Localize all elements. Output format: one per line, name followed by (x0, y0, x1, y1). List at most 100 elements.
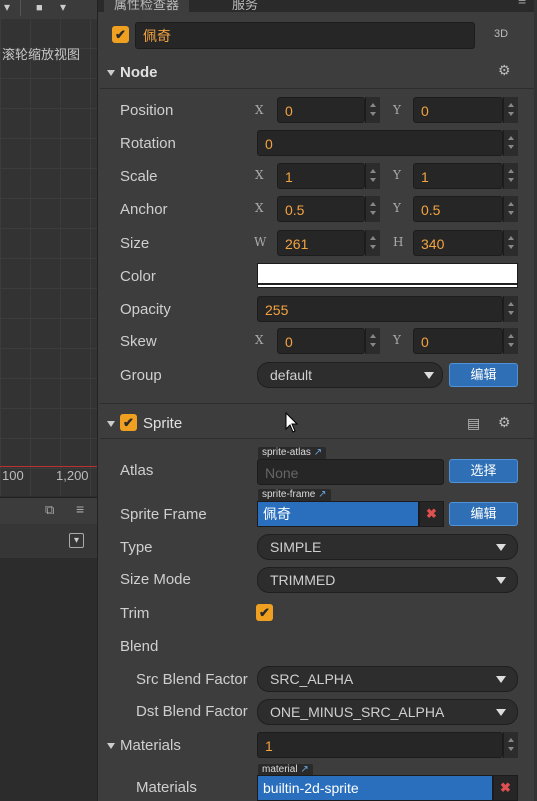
3d-toggle[interactable]: 3D (494, 28, 508, 40)
sprite-enabled-checkbox[interactable]: ✔ (120, 414, 137, 431)
filter-dropdown-icon[interactable]: ▾ (69, 533, 84, 548)
y-axis-label: Y (393, 201, 401, 215)
anchor-y-input[interactable]: 0.5 (413, 196, 503, 222)
y-axis-label: Y (393, 333, 401, 347)
secondary-panel-body (0, 558, 97, 801)
anchor-y-stepper[interactable] (503, 196, 518, 222)
tab-service[interactable]: 服务 (222, 0, 268, 12)
collapse-arrow-icon[interactable] (107, 421, 115, 427)
scale-y-input[interactable]: 1 (413, 163, 503, 189)
skew-x-input[interactable]: 0 (277, 328, 365, 354)
opacity-input[interactable]: 255 (257, 296, 503, 322)
size-width-input[interactable]: 261 (277, 230, 365, 256)
rotation-stepper[interactable] (503, 130, 518, 156)
skew-x-stepper[interactable] (365, 328, 380, 354)
scene-axis-line (0, 466, 97, 467)
popout-icon[interactable]: ⧉ (45, 502, 54, 518)
size-mode-select[interactable]: TRIMMED (257, 567, 518, 593)
chevron-down-icon (496, 709, 506, 716)
group-select[interactable]: default (257, 362, 443, 388)
position-x-input[interactable]: 0 (277, 97, 365, 123)
sprite-frame-tag: sprite-frame ↗ (258, 489, 331, 501)
node-name-input[interactable]: 佩奇 (135, 22, 475, 49)
panel-menu-icon[interactable]: ≡ (518, 0, 526, 8)
sprite-atlas-tag: sprite-atlas ↗ (258, 447, 327, 459)
w-axis-label: W (254, 235, 267, 249)
rotation-input[interactable]: 0 (257, 130, 503, 156)
size-mode-select-value: TRIMMED (270, 572, 336, 588)
material-label: Materials (136, 779, 197, 796)
size-label: Size (120, 235, 150, 252)
size-height-input[interactable]: 340 (413, 230, 503, 256)
materials-group-label: Materials (120, 737, 181, 754)
src-blend-factor-label: Src Blend Factor (136, 671, 248, 688)
scene-view[interactable] (0, 18, 97, 496)
skew-y-stepper[interactable] (503, 328, 518, 354)
toolbar-divider (20, 0, 21, 16)
collapse-arrow-icon[interactable] (107, 70, 115, 76)
atlas-select-button[interactable]: 选择 (449, 459, 518, 483)
link-icon[interactable]: ↗ (318, 489, 326, 500)
chevron-down-icon (424, 372, 434, 379)
menu-icon[interactable]: ≡ (76, 501, 84, 517)
sprite-atlas-tag-label: sprite-atlas (262, 447, 311, 458)
section-divider (100, 403, 534, 404)
size-height-stepper[interactable] (503, 230, 518, 256)
axis-tick-label: 100 (2, 468, 24, 483)
scale-x-input[interactable]: 1 (277, 163, 365, 189)
position-label: Position (120, 102, 174, 119)
link-icon[interactable]: ↗ (314, 447, 322, 458)
size-width-stepper[interactable] (365, 230, 380, 256)
dst-blend-factor-label: Dst Blend Factor (136, 703, 248, 720)
tab-service-label: 服务 (232, 0, 259, 12)
secondary-panel-header: ⧉ ≡ (0, 497, 97, 525)
scale-x-stepper[interactable] (365, 163, 380, 189)
position-y-input[interactable]: 0 (413, 97, 503, 123)
materials-count-input[interactable]: 1 (257, 732, 503, 758)
link-icon[interactable]: ↗ (300, 764, 308, 775)
type-select[interactable]: SIMPLE (257, 534, 518, 560)
gear-icon[interactable]: ⚙ (498, 414, 511, 431)
opacity-stepper[interactable] (503, 296, 518, 322)
tab-inspector-label: 属性检查器 (114, 0, 180, 12)
trim-checkbox[interactable]: ✔ (256, 604, 273, 621)
gear-icon[interactable]: ⚙ (498, 62, 511, 79)
sprite-frame-asset-field[interactable]: 佩奇 (257, 501, 419, 527)
collapse-arrow-icon[interactable] (107, 743, 115, 749)
atlas-asset-field[interactable]: None (257, 459, 444, 485)
material-asset-field[interactable]: builtin-2d-sprite (257, 775, 493, 801)
chevron-down-icon (496, 676, 506, 683)
group-edit-button[interactable]: 编辑 (449, 363, 518, 387)
x-axis-label: X (255, 333, 264, 347)
node-active-checkbox[interactable]: ✔ (112, 26, 129, 43)
clear-material-icon[interactable]: ✖ (493, 775, 518, 801)
color-swatch[interactable] (257, 263, 518, 288)
chevron-down-icon (496, 577, 506, 584)
tab-inspector[interactable]: 属性检查器 (104, 0, 190, 12)
sprite-section-title[interactable]: Sprite (143, 415, 182, 432)
sprite-frame-edit-button[interactable]: 编辑 (449, 502, 518, 526)
y-axis-label: Y (393, 103, 401, 117)
anchor-x-input[interactable]: 0.5 (277, 196, 365, 222)
node-section-title[interactable]: Node (120, 64, 158, 81)
color-alpha-bar (258, 283, 517, 285)
position-x-stepper[interactable] (365, 97, 380, 123)
scale-y-stepper[interactable] (503, 163, 518, 189)
scale-label: Scale (120, 168, 158, 185)
axis-tick-label: 1,200 (56, 468, 89, 483)
dst-blend-factor-select[interactable]: ONE_MINUS_SRC_ALPHA (257, 699, 518, 725)
camera-icon[interactable]: ■ (36, 2, 43, 14)
dropdown-arrow-icon[interactable]: ▾ (4, 0, 10, 14)
type-select-value: SIMPLE (270, 539, 322, 555)
position-y-stepper[interactable] (503, 97, 518, 123)
anchor-x-stepper[interactable] (365, 196, 380, 222)
y-axis-label: Y (393, 168, 401, 182)
src-blend-factor-select[interactable]: SRC_ALPHA (257, 666, 518, 692)
clear-sprite-frame-icon[interactable]: ✖ (419, 501, 444, 527)
book-icon[interactable]: ▤ (467, 415, 480, 432)
materials-count-stepper[interactable] (503, 732, 518, 758)
h-axis-label: H (393, 235, 404, 249)
skew-y-input[interactable]: 0 (413, 328, 503, 354)
mouse-cursor-icon (285, 412, 299, 433)
camera-dropdown-icon[interactable]: ▾ (60, 0, 66, 14)
